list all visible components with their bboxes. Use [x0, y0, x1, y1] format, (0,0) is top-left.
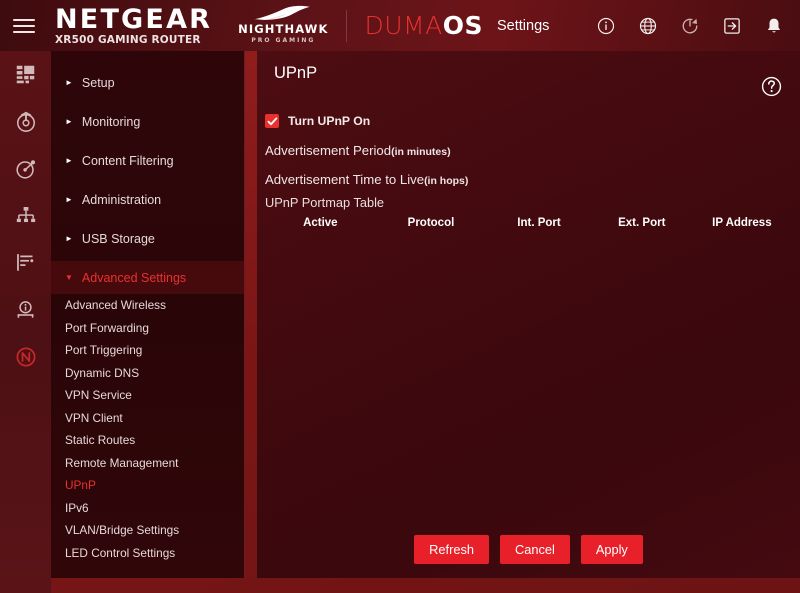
nighthawk-tagline: PRO GAMING [251, 36, 316, 44]
icon-rail [0, 51, 51, 593]
nav-group-label: Administration [81, 192, 162, 207]
sidebar-item-led-control-settings[interactable]: LED Control Settings [51, 542, 244, 565]
portmap-column-header: Int. Port [517, 217, 561, 229]
network-map-icon[interactable] [0, 192, 51, 239]
page-title: UPnP [274, 64, 318, 82]
upnp-enable-row: Turn UPnP On [265, 114, 370, 128]
info-icon[interactable] [597, 17, 615, 35]
refresh-icon[interactable] [681, 17, 699, 35]
nav-group-list: ► Setup ► Monitoring ► Content Filtering ► Admi… [51, 66, 244, 294]
dashboard-icon[interactable] [0, 51, 51, 98]
os-text: OS [442, 10, 483, 40]
header-icon-group [597, 17, 783, 35]
duma-text: DUMA [364, 10, 443, 40]
sidebar-item-port-forwarding[interactable]: Port Forwarding [51, 317, 244, 340]
chevron-right-icon: ► [65, 233, 73, 243]
chevron-right-icon: ► [65, 194, 73, 204]
nav-sub-list: Advanced Wireless Port Forwarding Port Tri… [51, 294, 244, 564]
portmap-column-header: Ext. Port [618, 217, 666, 229]
bell-icon[interactable] [765, 17, 783, 35]
nav-group-label: USB Storage [81, 231, 155, 246]
advertisement-period-label-main: Advertisement Period [265, 143, 392, 158]
netgear-settings-icon[interactable] [0, 333, 51, 380]
cancel-button[interactable]: Cancel [499, 535, 570, 564]
gauge-icon[interactable] [0, 98, 51, 145]
router-model: XR500 GAMING ROUTER [55, 33, 201, 46]
nighthawk-wordmark: NIGHTHAWK [238, 22, 329, 37]
nav-group-content-filtering[interactable]: ► Content Filtering [51, 144, 244, 177]
check-icon [267, 116, 277, 125]
app-header: NETGEAR XR500 GAMING ROUTER NIGHTHAWK PR… [0, 0, 800, 51]
action-button-bar: Refresh Cancel Apply [257, 535, 800, 564]
nav-group-advanced-settings[interactable]: ▼ Advanced Settings [51, 261, 244, 294]
nav-group-label: Content Filtering [81, 153, 174, 168]
nighthawk-logo: NIGHTHAWK PRO GAMING [238, 5, 328, 46]
sidebar-item-ipv6[interactable]: IPv6 [51, 497, 244, 520]
sidebar-item-vpn-service[interactable]: VPN Service [51, 384, 244, 407]
hamburger-icon[interactable] [13, 18, 35, 33]
netgear-logo: NETGEAR XR500 GAMING ROUTER [55, 6, 212, 46]
portmap-column-header: Active [303, 217, 338, 229]
advertisement-period-label-unit: (in minutes) [391, 146, 451, 158]
nav-group-label: Monitoring [81, 114, 141, 129]
dumaos-logo: DUMAOS [364, 13, 483, 39]
nav-group-label: Advanced Settings [81, 270, 187, 285]
portmap-column-header: IP Address [712, 217, 772, 229]
content-panel: UPnP Turn UPnP On Advertisement Period(i… [257, 51, 800, 578]
sidebar-item-upnp[interactable]: UPnP [51, 474, 244, 497]
advertisement-ttl-row: Advertisement Time to Live(in hops) [265, 166, 792, 193]
advertisement-period-label: Advertisement Period(in minutes) [265, 143, 451, 158]
chevron-right-icon: ► [65, 155, 73, 165]
advertisement-ttl-label: Advertisement Time to Live(in hops) [265, 172, 468, 187]
apply-button[interactable]: Apply [580, 535, 643, 564]
turn-upnp-on-checkbox[interactable] [265, 114, 279, 128]
nav-group-monitoring[interactable]: ► Monitoring [51, 105, 244, 138]
sidebar-item-static-routes[interactable]: Static Routes [51, 429, 244, 452]
help-circle-icon[interactable] [761, 76, 782, 97]
brand-name: NETGEAR [55, 3, 213, 35]
traffic-controller-icon[interactable] [0, 239, 51, 286]
nav-group-usb-storage[interactable]: ► USB Storage [51, 222, 244, 255]
geo-filter-icon[interactable] [0, 145, 51, 192]
nav-group-administration[interactable]: ► Administration [51, 183, 244, 216]
hawk-wing-icon [254, 6, 310, 21]
settings-nav-panel: ► Setup ► Monitoring ► Content Filtering ► Admi… [51, 51, 245, 578]
advertisement-ttl-label-main: Advertisement Time to Live [265, 172, 425, 187]
refresh-button[interactable]: Refresh [414, 535, 489, 564]
advertisement-ttl-label-unit: (in hops) [424, 175, 469, 187]
portmap-column-header: Protocol [407, 217, 455, 229]
globe-icon[interactable] [639, 17, 657, 35]
portmap-table-header: Active Protocol Int. Port Ext. Port IP Addre… [265, 217, 792, 229]
chevron-right-icon: ► [65, 77, 73, 87]
settings-label: Settings [496, 17, 550, 34]
device-manager-icon[interactable] [0, 286, 51, 333]
turn-upnp-on-label: Turn UPnP On [288, 114, 371, 128]
sidebar-item-advanced-wireless[interactable]: Advanced Wireless [51, 294, 244, 317]
nav-group-label: Setup [81, 75, 115, 90]
advertisement-period-row: Advertisement Period(in minutes) [265, 137, 792, 164]
sidebar-item-dynamic-dns[interactable]: Dynamic DNS [51, 362, 244, 385]
sidebar-item-remote-management[interactable]: Remote Management [51, 452, 244, 475]
sidebar-item-port-triggering[interactable]: Port Triggering [51, 339, 244, 362]
nav-group-setup[interactable]: ► Setup [51, 66, 244, 99]
sidebar-item-vlan-bridge-settings[interactable]: VLAN/Bridge Settings [51, 519, 244, 542]
header-divider [346, 9, 348, 42]
logout-icon[interactable] [723, 17, 741, 35]
portmap-table-caption: UPnP Portmap Table [265, 195, 385, 210]
chevron-down-icon: ▼ [65, 272, 73, 282]
chevron-right-icon: ► [65, 116, 73, 126]
sidebar-item-vpn-client[interactable]: VPN Client [51, 407, 244, 430]
